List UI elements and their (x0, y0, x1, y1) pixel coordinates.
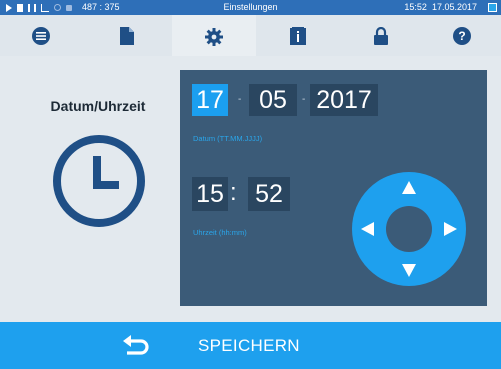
time-format-hint: Uhrzeit (hh:mm) (193, 228, 247, 237)
minute-field[interactable]: 52 (248, 177, 290, 211)
tab-log[interactable] (82, 15, 172, 56)
date-separator: - (302, 94, 306, 105)
arrow-left-button[interactable] (360, 221, 376, 237)
bottom-action-bar: SPEICHERN (0, 322, 501, 369)
help-icon: ? (452, 26, 471, 45)
tab-settings[interactable] (172, 15, 256, 58)
section-title: Datum/Uhrzeit (50, 98, 146, 114)
date-format-hint: Datum (TT.MM.JJJJ) (193, 134, 263, 143)
arrow-up-button[interactable] (401, 180, 417, 196)
back-arrow-icon (123, 335, 149, 355)
status-indicator (488, 3, 497, 12)
status-datetime: 15:52 17.05.2017 (404, 2, 477, 12)
tab-lock[interactable] (340, 15, 422, 56)
hour-field[interactable]: 15 (192, 177, 228, 211)
clock-icon (53, 135, 145, 227)
tab-info[interactable] (256, 15, 340, 56)
year-field[interactable]: 2017 (310, 84, 378, 116)
svg-text:?: ? (458, 29, 465, 43)
date-separator: - (238, 94, 242, 105)
tab-bar: ? (0, 15, 501, 58)
status-time: 15:52 (404, 2, 427, 12)
status-bar: 487 : 375 Einstellungen 15:52 17.05.2017 (0, 0, 501, 15)
time-separator: : (230, 179, 237, 206)
tab-menu[interactable] (0, 15, 82, 56)
tab-help[interactable]: ? (422, 15, 501, 56)
document-icon (120, 26, 134, 45)
direction-pad (352, 172, 466, 286)
month-field[interactable]: 05 (249, 84, 297, 116)
list-icon (32, 26, 50, 45)
back-button[interactable] (118, 332, 154, 358)
info-book-icon (290, 26, 306, 45)
arrow-right-button[interactable] (442, 221, 458, 237)
lock-icon (374, 26, 388, 45)
arrow-down-button[interactable] (401, 262, 417, 278)
day-field[interactable]: 17 (192, 84, 228, 116)
gear-icon (205, 27, 223, 46)
save-button[interactable]: SPEICHERN (198, 336, 300, 356)
status-date: 17.05.2017 (431, 2, 477, 12)
